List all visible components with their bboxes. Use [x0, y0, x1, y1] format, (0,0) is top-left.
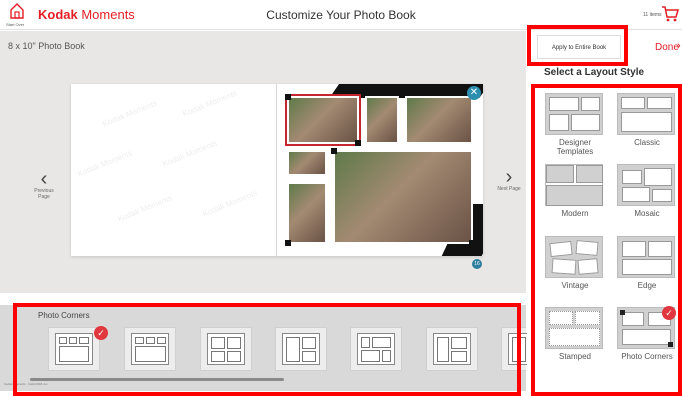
photo-corner [285, 240, 291, 246]
right-page[interactable] [277, 84, 483, 256]
book-size-label: 8 x 10" Photo Book [8, 41, 85, 51]
photo-slot[interactable] [287, 150, 327, 176]
photo-corner [331, 148, 337, 154]
close-icon[interactable]: ✕ [467, 86, 481, 100]
page-number-badge: 16 [472, 259, 482, 269]
watermark: Kodak Moments [181, 88, 239, 119]
highlight-box [13, 303, 521, 396]
photo-slot[interactable] [405, 96, 473, 144]
panel-title: Select a Layout Style [544, 67, 645, 78]
chevron-right-icon: › [505, 166, 513, 188]
photo-slot[interactable] [287, 182, 327, 244]
watermark: Kodak Moments [161, 138, 219, 169]
watermark: Kodak Moments [101, 98, 159, 129]
highlight-box [527, 25, 628, 66]
page-title: Customize Your Photo Book [266, 8, 416, 22]
previous-page-label: Previous Page [34, 188, 54, 200]
cart-button[interactable] [661, 5, 679, 28]
photo-slot[interactable] [333, 150, 473, 244]
done-button[interactable]: Done [655, 42, 679, 53]
photo-slot[interactable] [285, 94, 361, 146]
chevron-right-icon[interactable]: › [677, 40, 681, 52]
watermark: Kodak Moments [116, 193, 174, 224]
cart-icon [662, 6, 679, 22]
previous-page-button[interactable]: ‹ Previous Page [32, 168, 56, 200]
next-page-label: Next Page [497, 186, 521, 192]
photo-corner [355, 140, 361, 146]
watermark: Kodak Moments [201, 188, 259, 219]
watermark: Kodak Moments [76, 148, 134, 179]
cart-item-count: 11 items [643, 12, 662, 18]
photo-corner [469, 240, 475, 246]
chevron-left-icon: ‹ [40, 168, 48, 190]
next-page-button[interactable]: › Next Page [497, 166, 521, 192]
book-spread[interactable]: Kodak Moments Kodak Moments Kodak Moment… [71, 84, 483, 256]
photo-slot[interactable] [365, 96, 399, 144]
left-page[interactable]: Kodak Moments Kodak Moments Kodak Moment… [71, 84, 277, 256]
highlight-box [531, 84, 682, 396]
start-over-label: Start Over [6, 22, 25, 27]
photo-corner [285, 94, 291, 100]
